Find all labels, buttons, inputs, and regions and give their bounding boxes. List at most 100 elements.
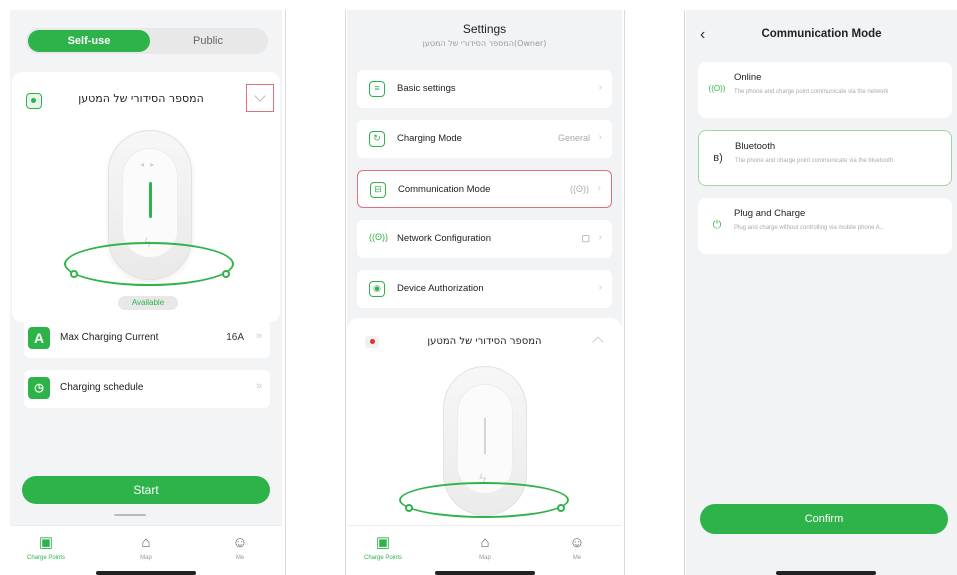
- home-indicator: [776, 571, 876, 575]
- chevron-right-icon: »: [255, 330, 262, 342]
- clock-icon: ◷: [28, 377, 50, 399]
- ring-dot-left: [70, 270, 78, 278]
- settings-screen: Settings המספר הסידורי של המטען(Owner) ≡…: [347, 10, 622, 575]
- chevron-right-icon: »: [255, 380, 262, 392]
- mode-title: Online: [734, 72, 762, 83]
- tab-label: Map: [140, 555, 152, 561]
- charging-schedule-row[interactable]: ◷ Charging schedule »: [24, 370, 270, 408]
- chevron-right-icon: ›: [598, 232, 602, 243]
- row-value: General: [557, 133, 590, 143]
- panel-divider: [345, 10, 346, 575]
- tab-bar: ▣ Charge Points ⌂ Map ☺ Me: [347, 525, 622, 575]
- device-name: המספר הסידורי של המטען: [78, 92, 204, 105]
- home-indicator: [435, 571, 535, 575]
- network-status-icon: ▢: [581, 233, 590, 243]
- schedule-label: Charging schedule: [60, 382, 144, 393]
- mode-title: Plug and Charge: [734, 208, 806, 219]
- tab-map[interactable]: ⌂ Map: [116, 534, 176, 561]
- row-label: Device Authorization: [397, 283, 484, 294]
- home-indicator: [96, 571, 196, 575]
- tab-map[interactable]: ⌂ Map: [455, 534, 515, 561]
- mode-title: Bluetooth: [735, 141, 776, 152]
- row-label: Network Configuration: [397, 233, 491, 244]
- page-title: Communication Mode: [761, 28, 882, 40]
- tab-charge-points[interactable]: ▣ Charge Points: [16, 534, 76, 561]
- expand-chevron-button[interactable]: [246, 84, 274, 112]
- ring-dot-left: [405, 504, 413, 512]
- usage-segment-control[interactable]: Self-use Public: [26, 28, 268, 54]
- mode-description: The phone and charge point communicate v…: [735, 158, 894, 164]
- settings-row-basic[interactable]: ≡ Basic settings ›: [357, 70, 612, 108]
- max-current-label: Max Charging Current: [60, 332, 159, 343]
- charger-icon: ▣: [375, 534, 391, 551]
- ring-dot-right: [222, 270, 230, 278]
- max-current-row[interactable]: A Max Charging Current 16A »: [24, 320, 270, 358]
- segment-public[interactable]: Public: [150, 30, 266, 52]
- user-icon: ☺: [232, 534, 248, 551]
- page-subtitle: המספר הסידורי של המטען(Owner): [422, 39, 547, 48]
- settings-row-network[interactable]: ((ʘ)) Network Configuration ▢ ›: [357, 220, 612, 258]
- plug-icon: ⏻: [712, 219, 722, 231]
- device-name: המספר הסידורי של המטען: [427, 336, 542, 347]
- row-label: Communication Mode: [398, 184, 491, 195]
- start-button[interactable]: Start: [22, 476, 270, 504]
- tab-me[interactable]: ☺ Me: [210, 534, 270, 561]
- charger-icon: ▣: [38, 534, 54, 551]
- shield-icon: ◉: [369, 281, 385, 297]
- wifi-signal-icon: ((ʘ)): [708, 84, 726, 93]
- page-title: Settings: [462, 22, 507, 36]
- tab-label: Charge Points: [363, 555, 403, 561]
- refresh-icon: ↻: [369, 131, 385, 147]
- communication-icon: ⊟: [370, 182, 386, 198]
- tab-label: Map: [479, 555, 491, 561]
- chevron-right-icon: ›: [598, 82, 602, 93]
- tab-bar: ▣ Charge Points ⌂ Map ☺ Me: [10, 525, 282, 575]
- tab-label: Charge Points: [26, 555, 66, 561]
- max-current-value: 16A: [226, 332, 244, 343]
- tab-label: Me: [235, 555, 245, 561]
- settings-row-authorization[interactable]: ◉ Device Authorization ›: [357, 270, 612, 308]
- settings-row-charging-mode[interactable]: ↻ Charging Mode General ›: [357, 120, 612, 158]
- page-header: ‹ Communication Mode: [686, 26, 957, 46]
- tab-me[interactable]: ☺ Me: [547, 534, 607, 561]
- communication-mode-screen: ‹ Communication Mode ((ʘ)) Online The ph…: [686, 10, 957, 575]
- bluetooth-icon: ʙ): [713, 152, 723, 164]
- screenshot-root: Self-use Public המספר הסידורי של המטען ◂…: [0, 0, 957, 575]
- row-label: Charging Mode: [397, 133, 462, 144]
- ring-dot-right: [557, 504, 565, 512]
- mode-option-bluetooth[interactable]: ʙ) Bluetooth The phone and charge point …: [698, 130, 952, 186]
- device-header: המספר הסידורי של המטען: [26, 84, 274, 112]
- tab-label: Me: [572, 555, 582, 561]
- charger-home-screen: Self-use Public המספר הסידורי של המטען ◂…: [10, 10, 282, 575]
- settings-header: Settings המספר הסידורי של המטען(Owner): [347, 22, 622, 48]
- segment-self-use[interactable]: Self-use: [28, 30, 150, 52]
- charger-led-dots: ◂ ▸: [140, 160, 157, 169]
- charging-indicator: [149, 182, 152, 218]
- charging-indicator: [484, 418, 486, 454]
- confirm-button[interactable]: Confirm: [700, 504, 948, 534]
- panel-divider: [285, 10, 286, 575]
- mode-option-plug-and-charge[interactable]: ⏻ Plug and Charge Plug and charge withou…: [698, 198, 952, 254]
- row-label: Basic settings: [397, 83, 456, 94]
- mode-description: Plug and charge without controlling via …: [734, 225, 885, 231]
- mode-description: The phone and charge point communicate v…: [734, 89, 889, 95]
- map-icon: ⌂: [480, 534, 490, 551]
- settings-row-communication-mode[interactable]: ⊟ Communication Mode ((ʘ)) ›: [357, 170, 612, 208]
- chevron-down-icon: [254, 90, 266, 102]
- map-icon: ⌂: [141, 534, 151, 551]
- chevron-right-icon: ›: [597, 183, 601, 194]
- signal-icon: ((ʘ)): [570, 184, 589, 194]
- panel-divider: [624, 10, 625, 575]
- charger-base-ring: [399, 482, 569, 518]
- tab-charge-points[interactable]: ▣ Charge Points: [353, 534, 413, 561]
- wifi-signal-icon: ((ʘ)): [369, 232, 388, 242]
- mode-option-online[interactable]: ((ʘ)) Online The phone and charge point …: [698, 62, 952, 118]
- scroll-indicator: [114, 514, 146, 516]
- chevron-right-icon: ›: [598, 282, 602, 293]
- charger-card: המספר הסידורי של המטען ◂ ▸ ϟ Available: [12, 72, 280, 322]
- chevron-right-icon: ›: [598, 132, 602, 143]
- ampere-icon: A: [28, 327, 50, 349]
- panel-divider: [684, 10, 685, 575]
- settings-icon: ≡: [369, 81, 385, 97]
- charger-base-ring: [64, 242, 234, 286]
